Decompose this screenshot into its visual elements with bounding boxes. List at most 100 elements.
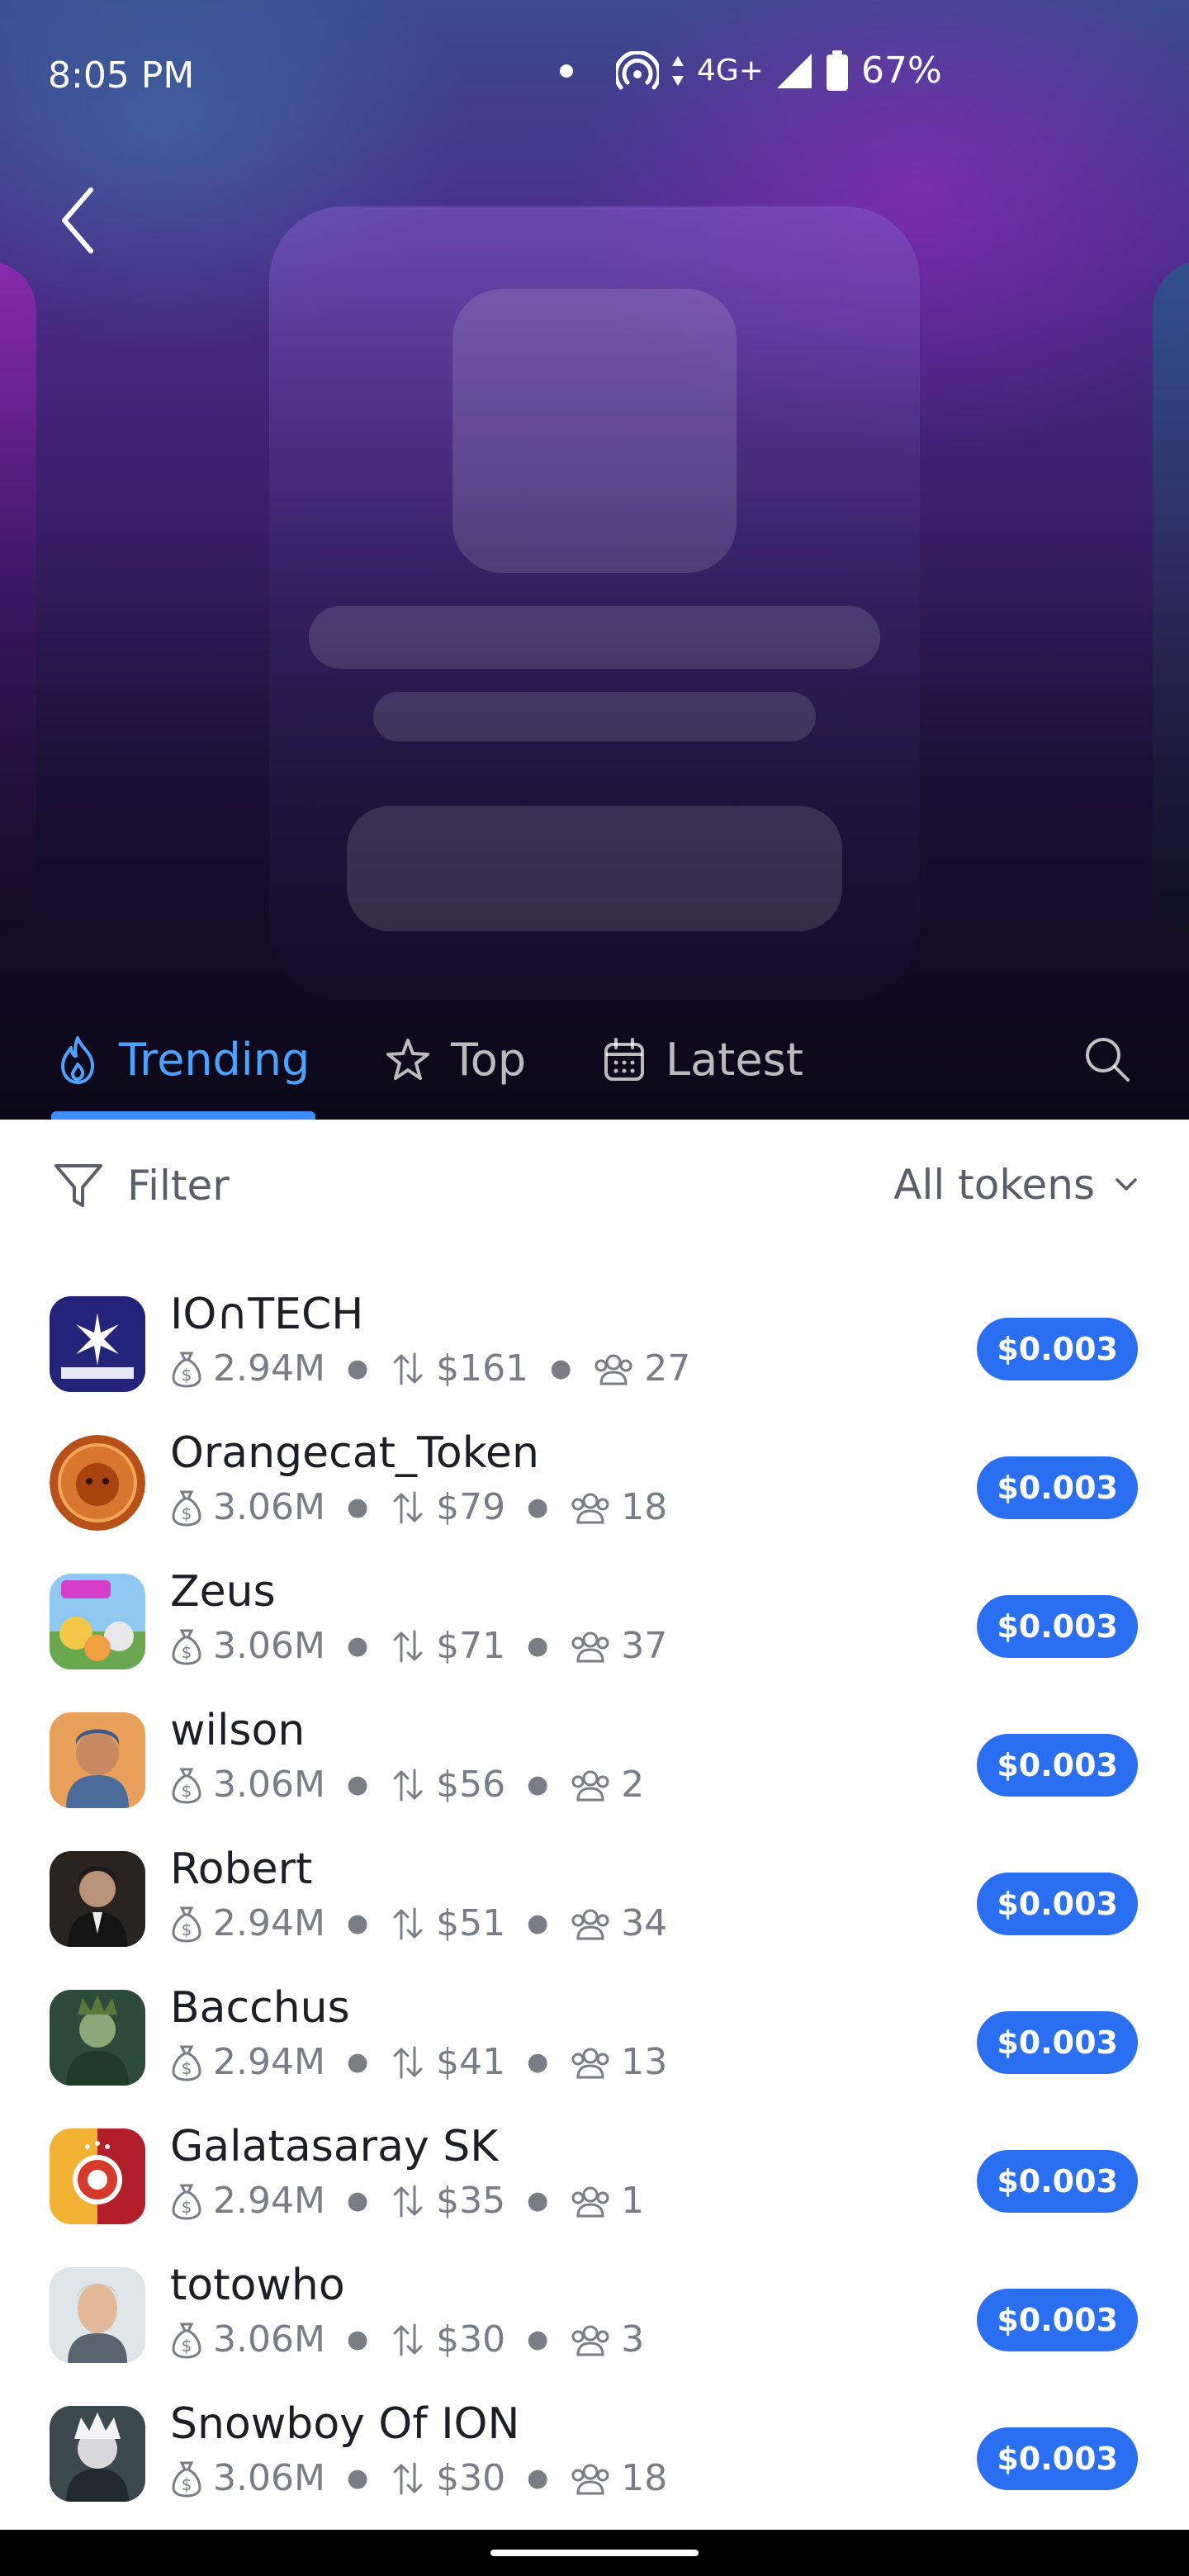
calendar-icon xyxy=(604,1037,644,1081)
token-avatar xyxy=(50,2267,145,2363)
holders-icon xyxy=(571,2048,609,2078)
token-row[interactable]: totowho $ 3.06M ● $30 ● 3 $0.003 xyxy=(0,2246,1189,2384)
token-holders: 3 xyxy=(621,2318,645,2361)
token-market-cap: 2.94M xyxy=(213,2180,325,2222)
token-name: Bacchus xyxy=(170,1983,350,2033)
battery-level: 67% xyxy=(860,50,942,92)
price-button[interactable]: $0.003 xyxy=(977,2289,1138,2351)
separator-dot: ● xyxy=(550,1354,572,1383)
token-row[interactable]: Snowboy Of ION $ 3.06M ● $30 ● 18 $0.003 xyxy=(0,2384,1189,2523)
svg-text:$: $ xyxy=(182,1365,192,1385)
swap-arrows-icon xyxy=(393,1630,423,1662)
battery-icon xyxy=(826,50,848,91)
separator-dot: ● xyxy=(346,1770,369,1799)
token-row[interactable]: Bacchus $ 2.94M ● $41 ● 13 $0.003 xyxy=(0,1968,1189,2107)
data-arrows-icon xyxy=(672,55,684,86)
tab-trending[interactable]: Trending xyxy=(56,1034,310,1086)
swap-arrows-icon xyxy=(393,1769,423,1801)
carousel-card-prev[interactable] xyxy=(0,261,36,938)
status-bar: 8:05 PM 4G+ 67% xyxy=(0,0,1189,157)
token-avatar xyxy=(50,1851,145,1947)
token-avatar xyxy=(50,2129,145,2224)
home-gesture-handle[interactable] xyxy=(490,2550,699,2556)
token-holders: 27 xyxy=(644,1347,691,1390)
separator-dot: ● xyxy=(527,2048,549,2076)
separator-dot: ● xyxy=(346,2464,369,2493)
svg-text:$: $ xyxy=(182,1920,192,1939)
price-button[interactable]: $0.003 xyxy=(977,2427,1138,2490)
token-row[interactable]: Robert $ 2.94M ● $51 ● 34 $0.003 xyxy=(0,1830,1189,1968)
price-button[interactable]: $0.003 xyxy=(977,2011,1138,2074)
separator-dot: ● xyxy=(346,1354,369,1383)
svg-text:$: $ xyxy=(182,1503,192,1523)
swap-arrows-icon xyxy=(393,2462,423,2494)
token-avatar xyxy=(50,1990,145,2086)
token-holders: 34 xyxy=(621,1902,668,1944)
token-avatar xyxy=(50,1435,145,1531)
svg-text:$: $ xyxy=(182,2336,192,2356)
swap-arrows-icon xyxy=(393,1907,423,1939)
swap-arrows-icon xyxy=(393,2046,423,2078)
filter-row: Filter All tokens xyxy=(0,1120,1189,1268)
moneybag-icon: $ xyxy=(172,1490,201,1527)
tab-top[interactable]: Top xyxy=(385,1034,526,1086)
notification-dot-icon xyxy=(560,64,573,78)
token-stats: $ 2.94M ● $41 ● 13 xyxy=(170,2041,667,2083)
price-button[interactable]: $0.003 xyxy=(977,1318,1138,1380)
funnel-icon xyxy=(54,1164,102,1207)
price-button[interactable]: $0.003 xyxy=(977,1873,1138,1935)
tab-label: Trending xyxy=(119,1034,310,1086)
token-volume: $30 xyxy=(436,2457,506,2499)
token-row[interactable]: Orangecat_Token $ 3.06M ● $79 ● 18 $0.00… xyxy=(0,1413,1189,1552)
holders-icon xyxy=(571,1493,609,1523)
back-arrow-icon[interactable] xyxy=(53,183,102,258)
token-market-cap: 2.94M xyxy=(213,1347,325,1390)
token-name: Zeus xyxy=(170,1567,276,1617)
svg-text:$: $ xyxy=(182,1642,192,1662)
price-button[interactable]: $0.003 xyxy=(977,1595,1138,1658)
token-avatar xyxy=(50,1574,145,1669)
holders-icon xyxy=(571,2464,609,2494)
token-name: Snowboy Of ION xyxy=(170,2399,520,2449)
moneybag-icon: $ xyxy=(172,2184,201,2220)
price-button[interactable]: $0.003 xyxy=(977,2150,1138,2213)
token-stats: $ 2.94M ● $51 ● 34 xyxy=(170,1902,667,1944)
separator-dot: ● xyxy=(527,1909,549,1938)
token-market-cap: 3.06M xyxy=(213,2457,325,2499)
token-row[interactable]: Zeus $ 3.06M ● $71 ● 37 $0.003 xyxy=(0,1552,1189,1691)
price-button[interactable]: $0.003 xyxy=(977,1734,1138,1797)
skeleton-subtitle xyxy=(373,692,816,741)
search-icon[interactable] xyxy=(1082,1034,1133,1085)
tab-latest[interactable]: Latest xyxy=(603,1034,803,1086)
separator-dot: ● xyxy=(527,2186,549,2215)
token-scope-value: All tokens xyxy=(893,1161,1095,1209)
price-button[interactable]: $0.003 xyxy=(977,1456,1138,1519)
token-row[interactable]: IO∩TECH $ 2.94M ● $161 ● 27 $0.003 xyxy=(0,1275,1189,1413)
token-stats: $ 3.06M ● $79 ● 18 xyxy=(170,1486,667,1528)
token-volume: $71 xyxy=(436,1625,506,1667)
holders-icon xyxy=(594,1354,632,1385)
token-volume: $30 xyxy=(436,2318,506,2361)
swap-arrows-icon xyxy=(393,1352,423,1385)
token-scope-dropdown[interactable]: All tokens xyxy=(893,1161,1138,1209)
token-market-cap: 3.06M xyxy=(213,1486,325,1528)
swap-arrows-icon xyxy=(393,2323,423,2356)
moneybag-icon: $ xyxy=(172,1629,201,1665)
chevron-down-icon xyxy=(1116,1178,1137,1191)
active-tab-indicator xyxy=(51,1111,315,1120)
network-type: 4G+ xyxy=(697,54,764,88)
token-holders: 18 xyxy=(621,1486,668,1528)
token-row[interactable]: wilson $ 3.06M ● $56 ● 2 $0.003 xyxy=(0,1691,1189,1830)
token-row[interactable]: Galatasaray SK $ 2.94M ● $35 ● 1 $0.003 xyxy=(0,2107,1189,2246)
filter-button[interactable]: Filter xyxy=(53,1161,230,1210)
carousel-card-next[interactable] xyxy=(1153,261,1189,938)
status-icons: 4G+ 67% xyxy=(560,50,942,92)
token-market-cap: 2.94M xyxy=(213,1902,325,1944)
token-stats: $ 2.94M ● $35 ● 1 xyxy=(170,2180,644,2222)
holders-icon xyxy=(571,1770,609,1801)
separator-dot: ● xyxy=(527,1493,549,1522)
swap-arrows-icon xyxy=(393,2185,423,2217)
holders-icon xyxy=(571,2325,609,2356)
token-holders: 37 xyxy=(621,1625,668,1667)
hotspot-icon xyxy=(616,50,659,89)
